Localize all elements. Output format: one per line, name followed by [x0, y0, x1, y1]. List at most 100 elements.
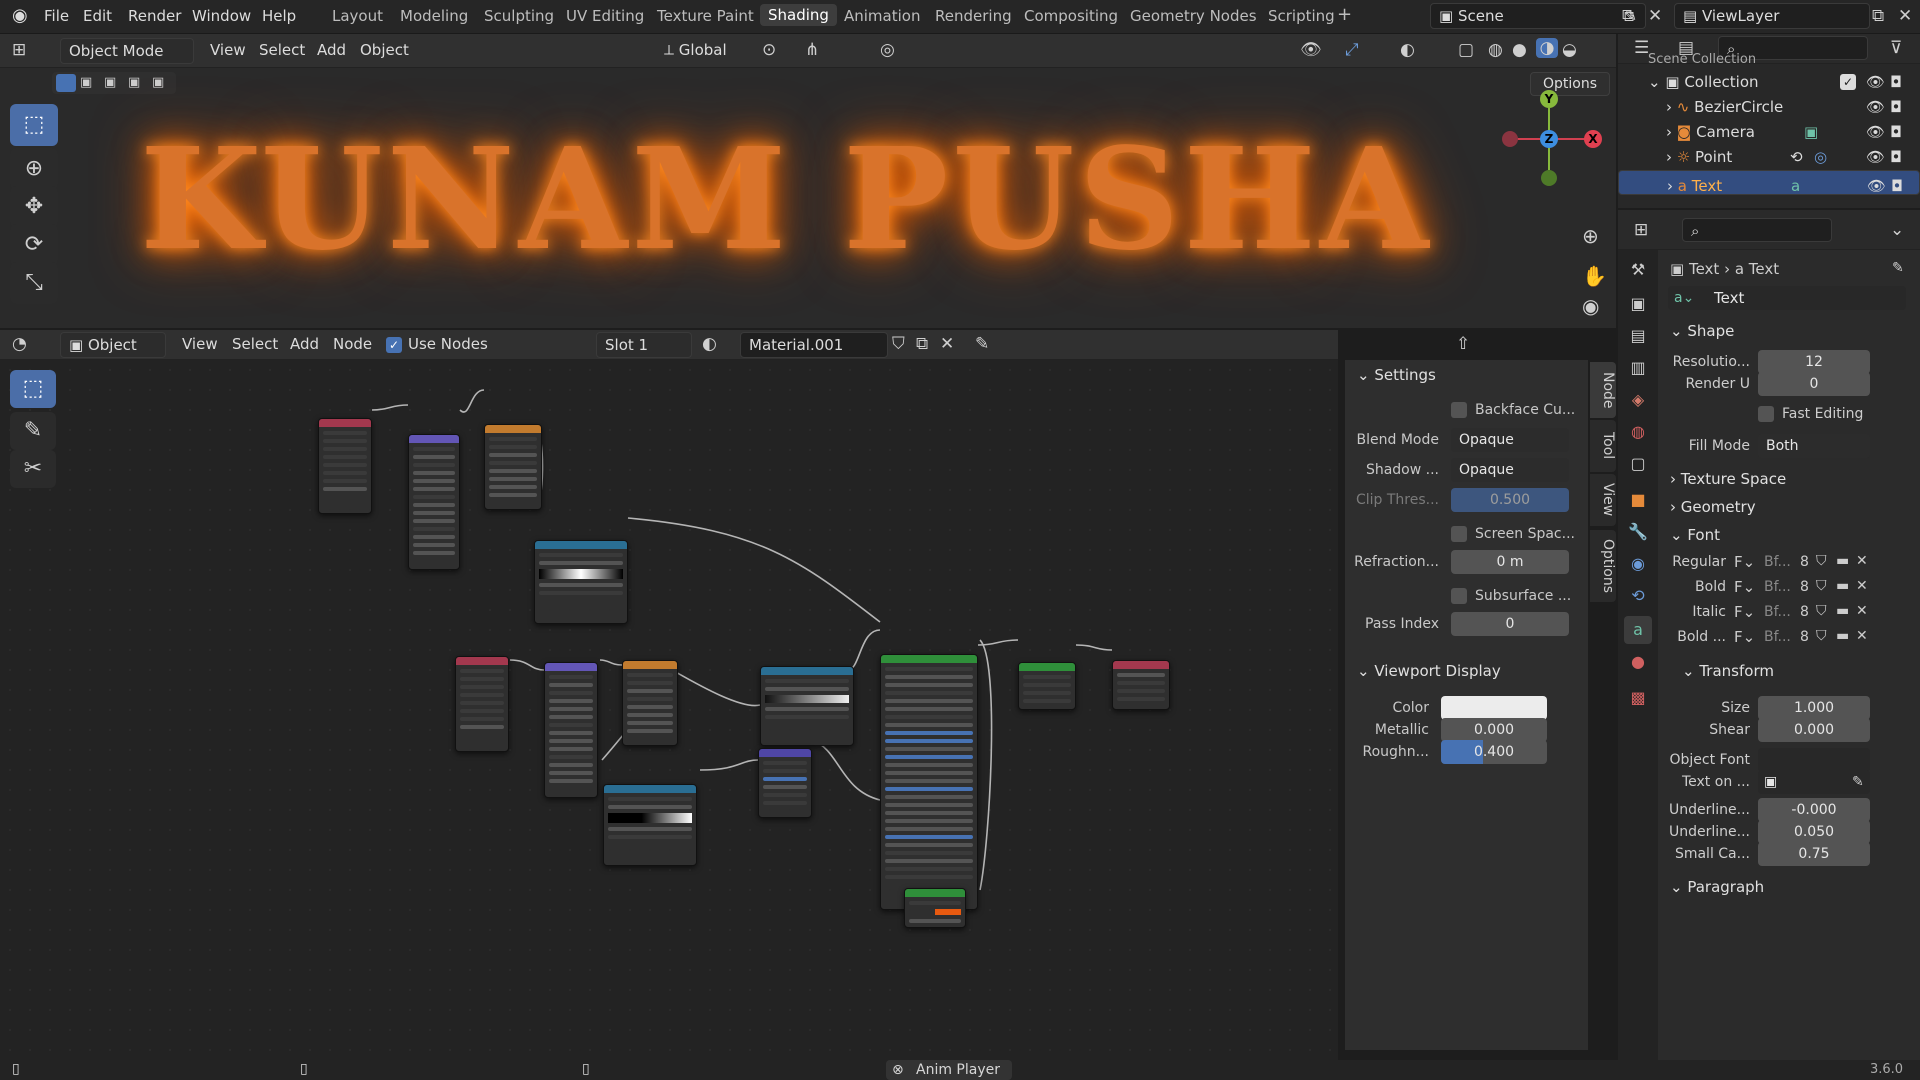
delete-view-layer-icon[interactable]: ✕: [1898, 6, 1912, 26]
shape-section[interactable]: ⌄ Shape: [1670, 322, 1734, 340]
font-icon[interactable]: F⌄: [1734, 603, 1755, 621]
view-layer-tab-icon[interactable]: ▥: [1624, 354, 1652, 382]
outliner-item-beziercircle[interactable]: › ∿ BezierCircle 👁 ◘: [1618, 95, 1920, 120]
camera-restrict-icon[interactable]: ◘: [1890, 70, 1902, 95]
duplicate-material-icon[interactable]: ⧉: [916, 334, 928, 354]
shadow-mode-dropdown[interactable]: Opaque: [1451, 458, 1569, 482]
fake-user-icon[interactable]: ⛉: [1816, 603, 1827, 619]
backface-checkbox[interactable]: [1451, 402, 1467, 418]
font-section[interactable]: ⌄ Font: [1670, 526, 1720, 544]
font-name[interactable]: Bf...: [1764, 604, 1791, 620]
fake-user-icon[interactable]: ⛉: [1816, 578, 1827, 594]
move-tool[interactable]: ✥: [10, 186, 58, 228]
font-name[interactable]: Bf...: [1764, 629, 1791, 645]
shear-field[interactable]: 0.000: [1758, 718, 1870, 742]
properties-search[interactable]: ⌕: [1682, 218, 1832, 242]
camera-view-icon[interactable]: ◉: [1582, 294, 1599, 318]
tab-compositing[interactable]: Compositing: [1024, 7, 1118, 25]
properties-type-icon[interactable]: ⊞: [1634, 220, 1648, 240]
settings-section[interactable]: ⌄ Settings: [1357, 366, 1436, 384]
open-font-icon[interactable]: ▬: [1836, 553, 1849, 569]
use-nodes-checkbox[interactable]: ✓: [386, 337, 402, 353]
clip-threshold-field[interactable]: 0.500: [1451, 488, 1569, 512]
select-box-tool[interactable]: ⬚: [10, 104, 58, 146]
scene-selector[interactable]: ▣ Scene ✎: [1430, 3, 1646, 29]
node-color-ramp-3[interactable]: [603, 784, 697, 866]
viewport-color-swatch[interactable]: [1441, 696, 1547, 720]
gizmo-toggle-icon[interactable]: ⤢: [1345, 40, 1359, 60]
menu-help[interactable]: Help: [262, 7, 296, 25]
unlink-font-icon[interactable]: ✕: [1856, 553, 1868, 569]
exclude-checkbox[interactable]: ✓: [1840, 74, 1856, 90]
tab-geometry-nodes[interactable]: Geometry Nodes: [1130, 7, 1257, 25]
shader-type-selector[interactable]: ▣ Object: [60, 332, 166, 358]
viewport-menu-add[interactable]: Add: [317, 41, 346, 59]
light-data-icon[interactable]: ◎: [1814, 145, 1827, 170]
close-icon[interactable]: ⊗: [892, 1060, 904, 1080]
tab-options[interactable]: Options: [1590, 530, 1616, 602]
underline-thickness-field[interactable]: 0.050: [1758, 820, 1870, 844]
eye-icon[interactable]: 👁: [1866, 145, 1885, 170]
navigation-gizmo[interactable]: Y Z X: [1500, 90, 1602, 190]
menu-window[interactable]: Window: [192, 7, 251, 25]
eye-icon[interactable]: 👁: [1866, 95, 1885, 120]
material-shading-icon[interactable]: ◑: [1536, 38, 1558, 58]
font-icon[interactable]: F⌄: [1734, 553, 1755, 571]
texture-tab-icon[interactable]: ▩: [1624, 684, 1652, 712]
mode-selector[interactable]: Object Mode: [60, 38, 194, 64]
expand-icon[interactable]: ›: [1666, 148, 1672, 166]
text-datablock-field[interactable]: Text: [1668, 286, 1906, 310]
underline-position-field[interactable]: -0.000: [1758, 798, 1870, 822]
screen-space-checkbox[interactable]: [1451, 526, 1467, 542]
node-mapping-2[interactable]: [544, 662, 598, 798]
add-workspace-icon[interactable]: +: [1337, 4, 1352, 25]
text-data-browse-icon[interactable]: a⌄: [1674, 290, 1694, 306]
node-texture-coordinate-1[interactable]: [318, 418, 372, 514]
expand-icon[interactable]: ⌄: [1648, 73, 1661, 91]
fake-user-icon[interactable]: ⛉: [1816, 553, 1827, 569]
open-font-icon[interactable]: ▬: [1836, 603, 1849, 619]
node-material-output[interactable]: [1112, 660, 1170, 710]
physics-tab-icon[interactable]: ◉: [1624, 550, 1652, 578]
font-name[interactable]: Bf...: [1764, 554, 1791, 570]
camera-restrict-icon[interactable]: ◘: [1890, 120, 1902, 145]
menu-edit[interactable]: Edit: [83, 7, 112, 25]
tab-uv-editing[interactable]: UV Editing: [566, 7, 644, 25]
unlink-font-icon[interactable]: ✕: [1856, 578, 1868, 594]
pan-hand-icon[interactable]: ✋: [1582, 264, 1607, 288]
node-canvas[interactable]: ⬚ ✎ ✂: [0, 360, 1338, 1060]
editor-type-icon[interactable]: ⊞: [12, 40, 26, 60]
outliner-item-camera[interactable]: › ◙ Camera ▣ 👁 ◘: [1618, 120, 1920, 145]
open-font-icon[interactable]: ▬: [1836, 578, 1849, 594]
viewport-display-section[interactable]: ⌄ Viewport Display: [1357, 662, 1501, 680]
tool-tab-icon[interactable]: ⚒: [1624, 256, 1652, 284]
render-u-field[interactable]: 0: [1758, 372, 1870, 396]
menu-file[interactable]: File: [44, 7, 69, 25]
expand-icon[interactable]: ›: [1667, 177, 1673, 195]
node-bump[interactable]: [758, 748, 812, 818]
node-texture-coordinate-2[interactable]: [455, 656, 509, 752]
expand-icon[interactable]: ›: [1666, 98, 1672, 116]
small-caps-field[interactable]: 0.75: [1758, 842, 1870, 866]
material-tab-icon[interactable]: ●: [1624, 648, 1652, 676]
font-name[interactable]: Bf...: [1764, 579, 1791, 595]
tab-sculpting[interactable]: Sculpting: [484, 7, 554, 25]
camera-restrict-icon[interactable]: ◘: [1891, 174, 1903, 199]
font-icon[interactable]: F⌄: [1734, 578, 1755, 596]
tab-view[interactable]: View: [1590, 474, 1616, 526]
rotate-tool[interactable]: ⟳: [10, 224, 58, 266]
material-name-field[interactable]: Material.001: [740, 332, 888, 358]
cursor-tool[interactable]: ⊕: [10, 148, 58, 190]
rendered-shading-icon[interactable]: ◒: [1562, 40, 1577, 60]
node-editor-type-icon[interactable]: ◔: [12, 334, 27, 354]
font-icon[interactable]: F⌄: [1734, 628, 1755, 646]
fake-user-icon[interactable]: ⛉: [892, 334, 905, 354]
object-tab-icon[interactable]: ■: [1624, 486, 1652, 514]
node-color-ramp-1[interactable]: [534, 540, 628, 624]
collection-tab-icon[interactable]: ▢: [1624, 450, 1652, 478]
material-browse-icon[interactable]: ◐: [702, 334, 717, 354]
scene-tab-icon[interactable]: ◈: [1624, 386, 1652, 414]
visibility-icon[interactable]: 👁: [1300, 40, 1322, 60]
menu-render[interactable]: Render: [128, 7, 181, 25]
tab-layout[interactable]: Layout: [332, 7, 383, 25]
